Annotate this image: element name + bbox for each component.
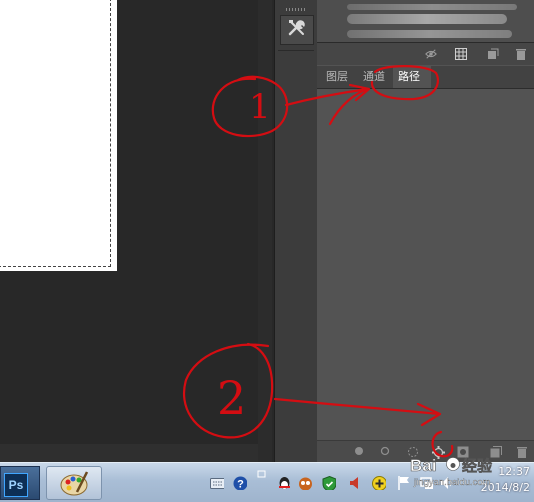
paths-panel-footer (317, 440, 534, 463)
trash-icon[interactable] (515, 48, 527, 60)
dock-separator (278, 50, 314, 51)
tab-paths[interactable]: 路径 (393, 66, 431, 88)
grid-icon[interactable] (455, 48, 467, 60)
add-icon[interactable] (372, 476, 386, 490)
help-icon[interactable]: ? (233, 476, 247, 490)
create-new-path-icon[interactable] (490, 446, 502, 458)
speaker-icon[interactable] (440, 476, 454, 490)
tab-layers[interactable]: 图层 (321, 66, 353, 88)
paint-taskbar-button[interactable] (46, 466, 102, 500)
new-layer-icon[interactable] (487, 48, 499, 60)
brush-stroke-preview (347, 4, 517, 10)
paths-panel: 图层 通道 路径 (317, 0, 534, 463)
canvas-status-strip (0, 444, 272, 462)
clock-time: 12:37 (498, 465, 530, 478)
stroke-path-icon[interactable] (380, 446, 390, 456)
network-icon[interactable] (420, 476, 434, 490)
add-mask-icon[interactable] (457, 446, 469, 458)
fill-path-icon[interactable] (354, 446, 364, 456)
eye-icon[interactable] (425, 48, 437, 60)
document-canvas[interactable] (0, 0, 117, 271)
palette-icon (60, 471, 89, 496)
collapsed-panel-dock (274, 0, 318, 462)
clock-date: 2014/8/2 (480, 481, 530, 494)
svg-text:?: ? (237, 479, 244, 491)
canvas-scroll-track[interactable] (258, 0, 272, 462)
volume-icon[interactable] (348, 476, 362, 490)
qq-icon[interactable] (277, 476, 291, 490)
dock-grip-handle[interactable] (286, 8, 306, 11)
delete-path-icon[interactable] (516, 446, 528, 458)
brush-stroke-preview (347, 14, 507, 24)
selection-marquee (0, 0, 111, 267)
photoshop-icon: Ps (4, 473, 28, 497)
make-work-path-icon[interactable] (432, 446, 445, 459)
brush-panel-toolbar (317, 43, 534, 65)
owl-app-icon[interactable] (298, 476, 312, 490)
tab-channels[interactable]: 通道 (358, 66, 390, 88)
system-clock[interactable]: 12:37 2014/8/2 (481, 464, 530, 496)
windows-taskbar: Ps ? 12:37 2014/8/2 (0, 462, 534, 502)
tools-icon (287, 18, 307, 42)
load-selection-icon[interactable] (407, 446, 419, 458)
action-center-flag-icon[interactable] (398, 476, 412, 490)
tool-presets-button[interactable] (280, 15, 314, 45)
brush-preview-strip[interactable] (317, 0, 534, 43)
security-shield-icon[interactable] (322, 476, 336, 490)
photoshop-taskbar-button[interactable]: Ps (0, 466, 40, 500)
paths-list[interactable] (317, 89, 534, 440)
show-hidden-icons-icon[interactable] (256, 469, 270, 483)
document-canvas-area[interactable] (0, 0, 272, 462)
brush-stroke-preview (347, 30, 512, 38)
panel-tabs: 图层 通道 路径 (317, 66, 534, 89)
keyboard-icon[interactable] (210, 478, 224, 492)
